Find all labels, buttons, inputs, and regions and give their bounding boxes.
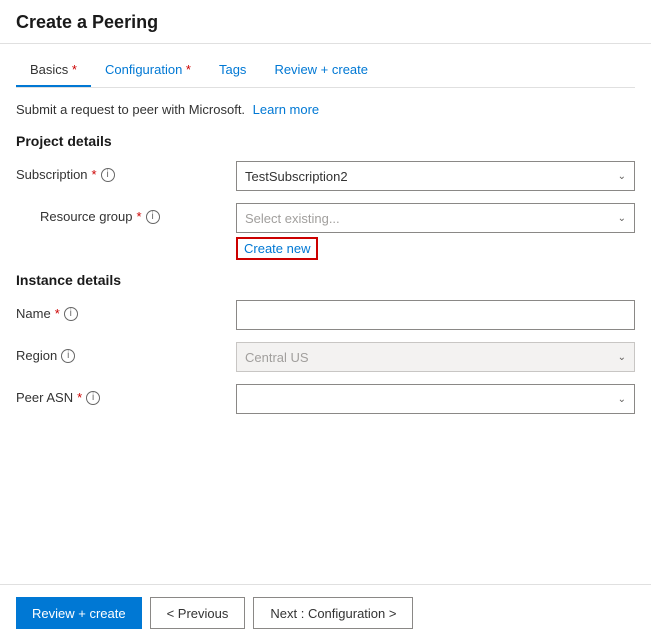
content-area: Basics * Configuration * Tags Review + c…	[0, 44, 651, 584]
tab-configuration-required: *	[182, 62, 191, 77]
tab-configuration-label: Configuration	[105, 62, 182, 77]
resource-group-required: *	[137, 209, 142, 224]
peer-asn-info-icon[interactable]: i	[86, 391, 100, 405]
create-new-link[interactable]: Create new	[236, 237, 318, 260]
subscription-required: *	[92, 167, 97, 182]
resource-group-dropdown[interactable]: Select existing... ⌄	[236, 203, 635, 233]
subscription-label: Subscription * i	[16, 161, 236, 182]
peer-asn-dropdown[interactable]: ⌄	[236, 384, 635, 414]
peer-asn-label: Peer ASN * i	[16, 384, 236, 405]
tab-review-label: Review + create	[274, 62, 368, 77]
resource-group-info-icon[interactable]: i	[146, 210, 160, 224]
resource-group-label: Resource group * i	[16, 203, 236, 224]
subscription-value: TestSubscription2	[245, 169, 348, 184]
region-chevron-icon: ⌄	[618, 352, 626, 363]
tab-basics-required: *	[68, 62, 77, 77]
page-title: Create a Peering	[16, 12, 635, 33]
subscription-control: TestSubscription2 ⌄	[236, 161, 635, 191]
info-row: Submit a request to peer with Microsoft.…	[16, 102, 635, 117]
region-row: Region i Central US ⌄	[16, 342, 635, 372]
project-details-header: Project details	[16, 133, 635, 149]
tabs-bar: Basics * Configuration * Tags Review + c…	[16, 44, 635, 88]
subscription-row: Subscription * i TestSubscription2 ⌄	[16, 161, 635, 191]
peer-asn-required: *	[77, 390, 82, 405]
info-text: Submit a request to peer with Microsoft.	[16, 102, 245, 117]
tab-basics-label: Basics	[30, 62, 68, 77]
name-info-icon[interactable]: i	[64, 307, 78, 321]
peer-asn-chevron-icon: ⌄	[618, 394, 626, 405]
instance-details-header: Instance details	[16, 272, 635, 288]
name-input[interactable]	[236, 300, 635, 330]
name-required: *	[55, 306, 60, 321]
tab-tags-label: Tags	[219, 62, 246, 77]
tab-basics[interactable]: Basics *	[16, 54, 91, 87]
page-header: Create a Peering	[0, 0, 651, 44]
resource-group-control: Select existing... ⌄ Create new	[236, 203, 635, 260]
review-create-button[interactable]: Review + create	[16, 597, 142, 629]
region-control: Central US ⌄	[236, 342, 635, 372]
previous-button[interactable]: < Previous	[150, 597, 246, 629]
region-info-icon[interactable]: i	[61, 349, 75, 363]
tab-review[interactable]: Review + create	[260, 54, 382, 87]
footer: Review + create < Previous Next : Config…	[0, 584, 651, 641]
tab-tags[interactable]: Tags	[205, 54, 260, 87]
subscription-info-icon[interactable]: i	[101, 168, 115, 182]
subscription-chevron-icon: ⌄	[618, 171, 626, 182]
region-label: Region i	[16, 342, 236, 363]
resource-group-placeholder: Select existing...	[245, 211, 340, 226]
name-row: Name * i	[16, 300, 635, 330]
tab-configuration[interactable]: Configuration *	[91, 54, 205, 87]
resource-group-chevron-icon: ⌄	[618, 213, 626, 224]
resource-group-container: Select existing... ⌄ Create new	[236, 203, 635, 260]
peer-asn-row: Peer ASN * i ⌄	[16, 384, 635, 414]
learn-more-link[interactable]: Learn more	[253, 102, 319, 117]
next-button[interactable]: Next : Configuration >	[253, 597, 413, 629]
instance-details-section: Instance details Name * i Region i Centr…	[16, 272, 635, 414]
name-label: Name * i	[16, 300, 236, 321]
region-value: Central US	[245, 350, 309, 365]
resource-group-row: Resource group * i Select existing... ⌄ …	[16, 203, 635, 260]
subscription-dropdown[interactable]: TestSubscription2 ⌄	[236, 161, 635, 191]
peer-asn-control: ⌄	[236, 384, 635, 414]
name-control	[236, 300, 635, 330]
region-dropdown: Central US ⌄	[236, 342, 635, 372]
